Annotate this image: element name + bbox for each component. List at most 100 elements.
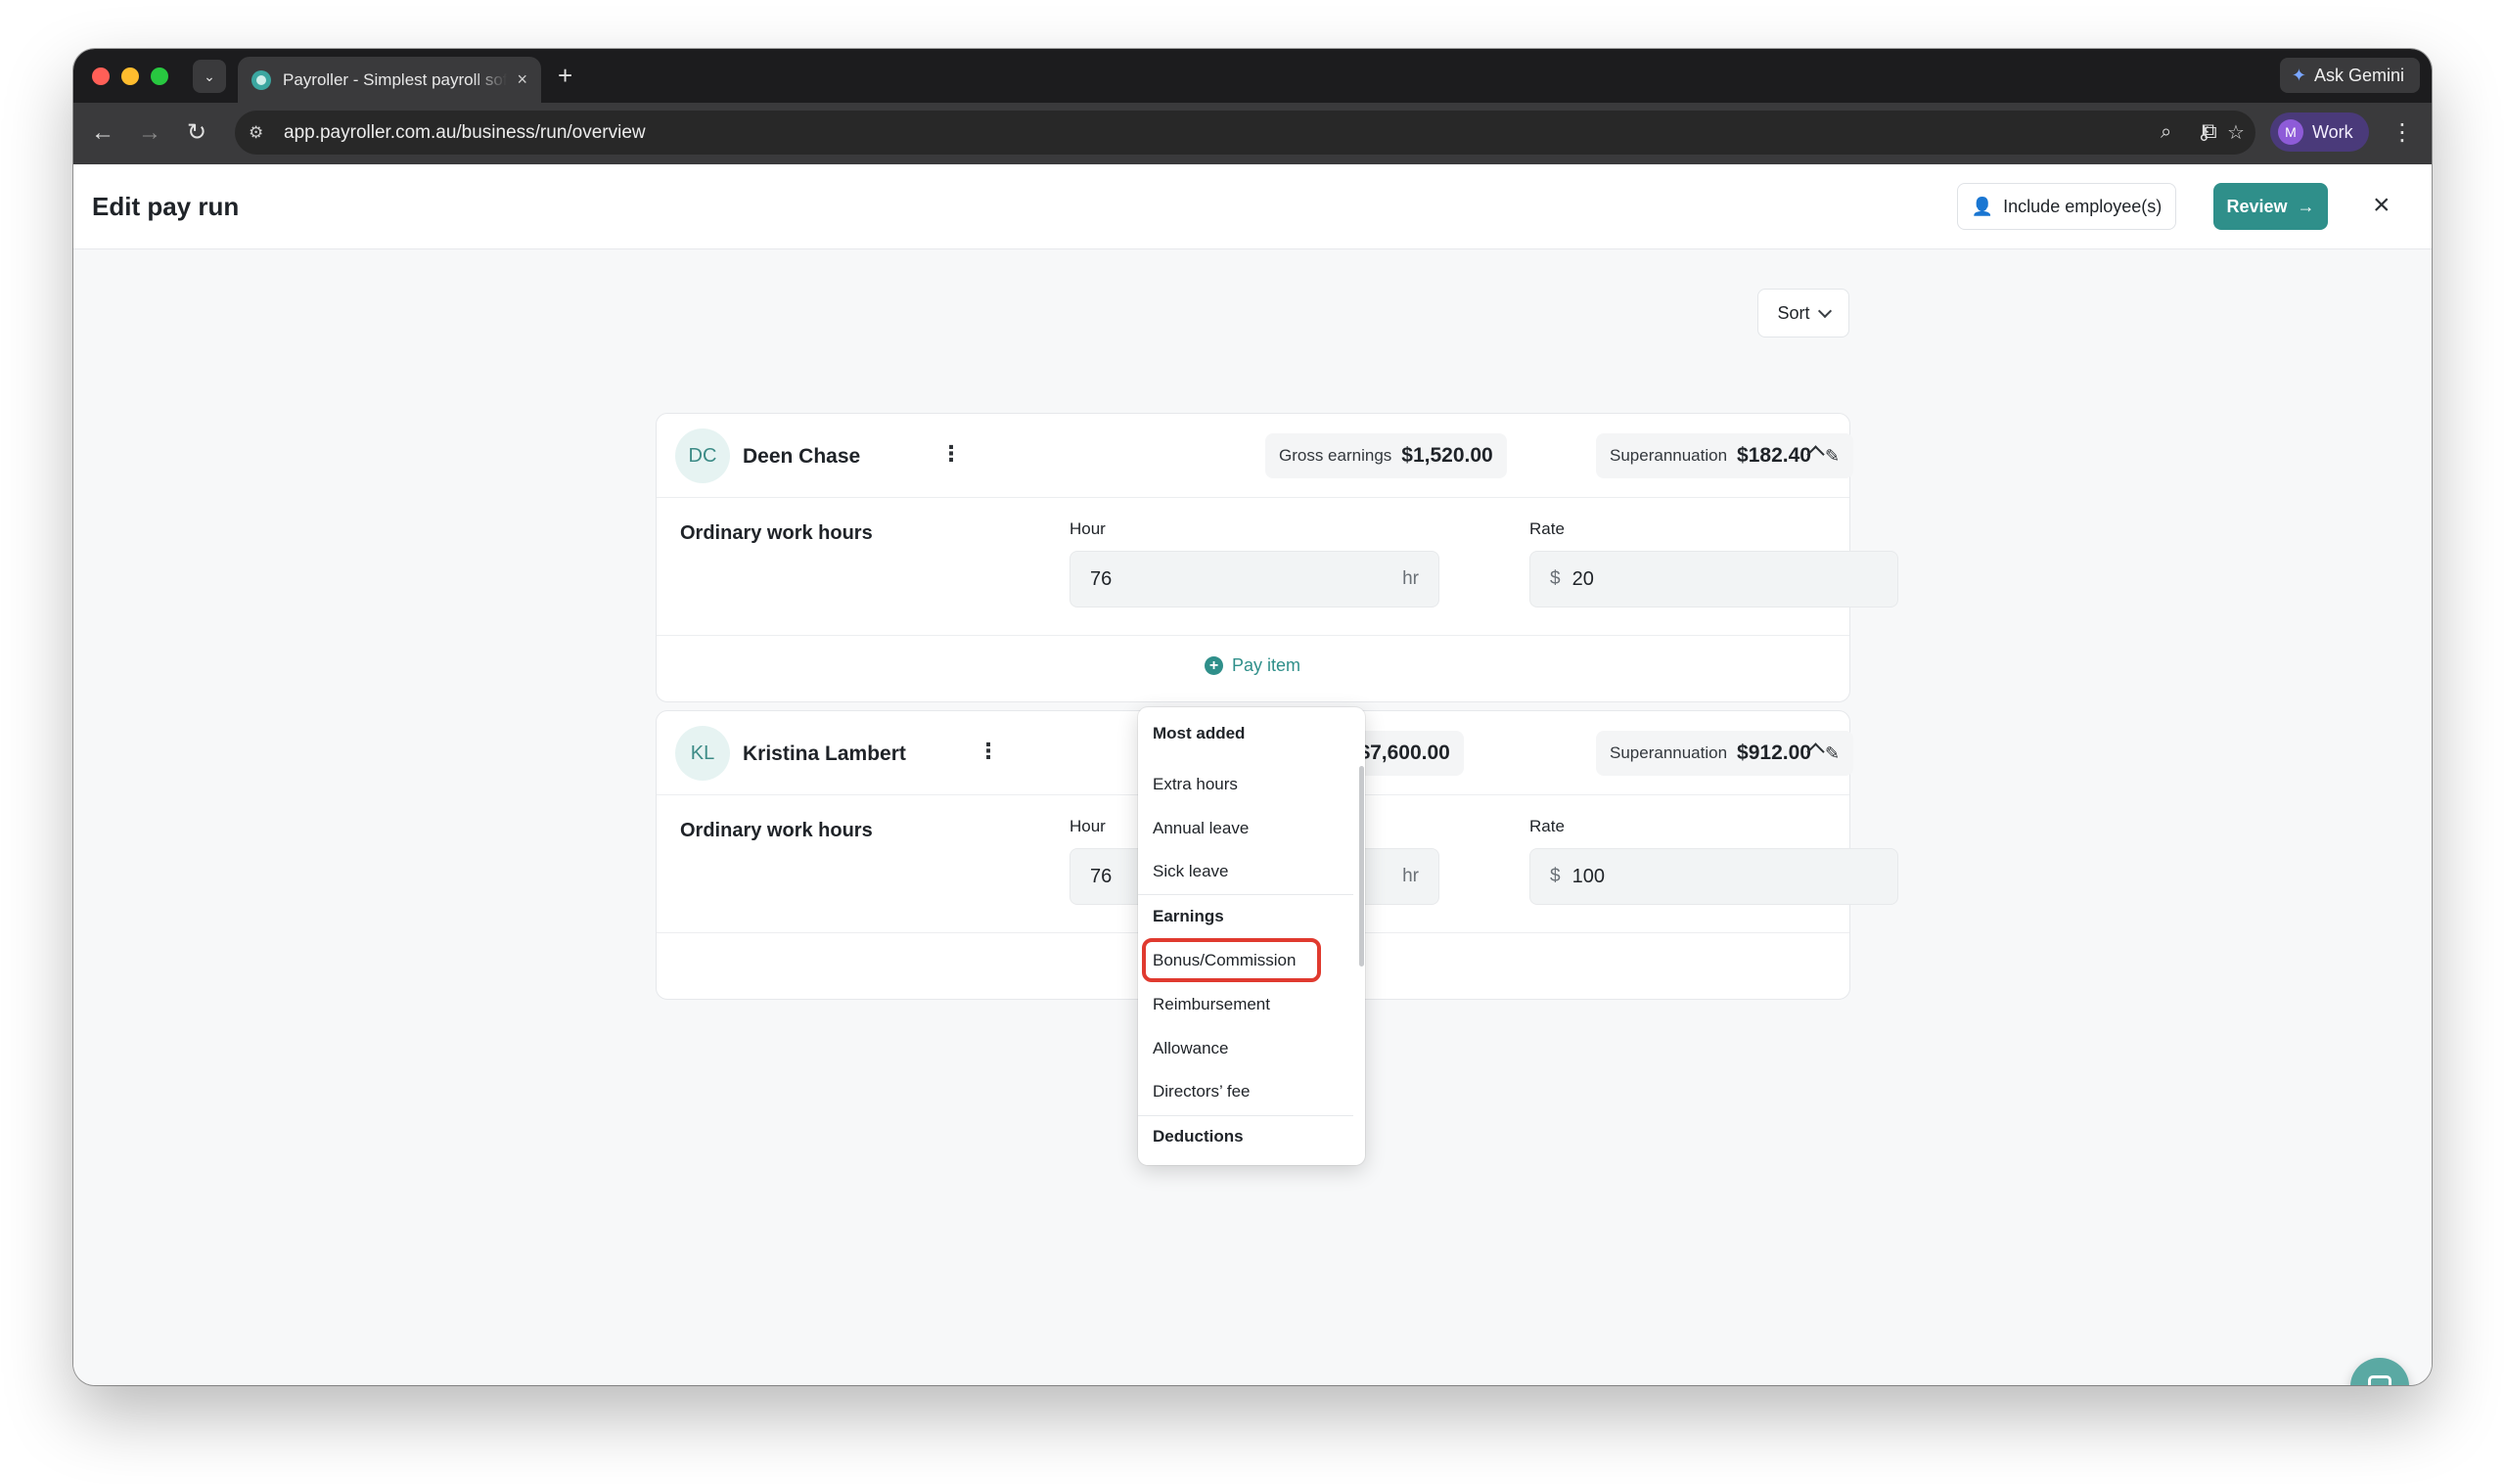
back-icon[interactable]: ← [91,118,114,148]
menu-group-deductions: Deductions [1153,1127,1244,1146]
menu-item-extra-hours[interactable]: Extra hours [1153,775,1238,794]
close-icon[interactable]: × [2373,188,2391,223]
gross-earnings-value: $1,520.00 [1401,444,1493,467]
gross-earnings-label: Gross earnings [1279,446,1392,465]
pay-item-menu: Most added Extra hours Annual leave Sick… [1138,707,1365,1165]
gross-earnings-pill: Gross earnings $1,520.00 [1265,433,1507,478]
include-employees-button[interactable]: 👤 Include employee(s) [1957,183,2176,230]
review-button[interactable]: Review → [2213,183,2328,230]
hour-input[interactable]: 76 hr [1070,551,1439,607]
pay-item-label: Pay item [1232,655,1301,675]
pay-item-row: Ordinary work hours Hour 76 hr Rate $ 20 [657,498,1898,635]
hour-unit: hr [1402,866,1419,886]
hour-label: Hour [1070,519,1106,538]
forward-icon[interactable]: → [138,118,161,148]
profile-button[interactable]: M Work [2270,112,2369,152]
browser-window: ⌄ Payroller - Simplest payroll software … [73,49,2432,1385]
rate-input[interactable]: $ 100 [1529,848,1898,905]
maximize-window-button[interactable] [151,67,168,85]
rate-prefix: $ [1550,568,1561,589]
ask-gemini-button[interactable]: ✦ Ask Gemini [2279,58,2420,93]
more-icon[interactable]: ⋮ [2391,118,2414,148]
chevron-up-icon [1806,742,1825,761]
menu-scrollbar[interactable] [1359,766,1364,967]
url-text: app.payroller.com.au/business/run/overvi… [284,121,646,143]
minimize-window-button[interactable] [121,67,139,85]
employee-card: DC Deen Chase ⋮ Gross earnings $1,520.00… [656,413,1898,702]
menu-item-directors-fee[interactable]: Directors’ fee [1153,1082,1251,1102]
payroller-favicon-icon [251,69,271,90]
pencil-icon[interactable]: ✎ [1825,743,1840,764]
rate-input[interactable]: $ 20 [1529,551,1898,607]
tab-search-button[interactable]: ⌄ [193,60,226,93]
plus-circle-icon: + [1205,656,1223,675]
superannuation-label: Superannuation [1610,743,1728,762]
browser-tab[interactable]: Payroller - Simplest payroll software × [238,57,541,103]
menu-divider [1138,894,1353,895]
person-add-icon: 👤 [1971,196,1994,216]
address-bar[interactable]: ⚙ app.payroller.com.au/business/run/over… [235,111,2255,155]
chat-icon [2368,1375,2391,1385]
menu-group-earnings: Earnings [1153,907,1224,925]
superannuation-value: $182.40 [1737,444,1811,467]
menu-item-sick-leave[interactable]: Sick leave [1153,862,1228,881]
arrow-right-icon: → [2297,196,2315,216]
avatar: KL [675,726,730,781]
hour-label: Hour [1070,817,1106,835]
kebab-icon[interactable]: ⋮ [978,739,999,764]
section-title: Ordinary work hours [680,522,873,544]
highlight-box [1142,938,1321,982]
page-header: Edit pay run 👤 Include employee(s) Revie… [73,164,2432,249]
chat-button[interactable] [2350,1358,2409,1385]
menu-item-allowance[interactable]: Allowance [1153,1039,1229,1058]
employee-name[interactable]: Deen Chase [743,445,860,469]
chevron-down-icon [1817,303,1832,318]
menu-group-most-added: Most added [1153,724,1246,742]
page-title: Edit pay run [92,192,240,221]
rate-label: Rate [1529,817,1565,835]
title-bar: ⌄ Payroller - Simplest payroll software … [73,49,2432,103]
profile-avatar: M [2278,119,2303,145]
reload-icon[interactable]: ↻ [187,118,206,148]
add-pay-item-button[interactable]: + Pay item [1205,655,1300,676]
employee-name[interactable]: Kristina Lambert [743,742,906,766]
hour-unit: hr [1402,568,1419,589]
gross-earnings-value: $7,600.00 [1358,742,1450,764]
browser-toolbar: ← → ↻ ⚙ app.payroller.com.au/business/ru… [73,103,2432,164]
rate-prefix: $ [1550,866,1561,886]
zoom-icon[interactable]: ⌕ [2161,111,2171,155]
hour-value: 76 [1090,865,1113,887]
close-window-button[interactable] [92,67,110,85]
profile-label: Work [2312,121,2353,142]
tab-close-icon[interactable]: × [517,69,527,90]
pencil-icon[interactable]: ✎ [1825,446,1840,467]
kebab-icon[interactable]: ⋮ [940,441,962,467]
menu-divider [1138,1115,1353,1116]
gemini-spark-icon: ✦ [2291,65,2306,85]
collapse-button[interactable] [1806,441,1825,466]
site-settings-icon[interactable]: ⚙ [249,123,278,143]
page: Edit pay run 👤 Include employee(s) Revie… [73,164,2432,1385]
extensions-icon[interactable]: ⧉ [2202,118,2217,144]
superannuation-value: $912.00 [1737,742,1811,764]
menu-item-annual-leave[interactable]: Annual leave [1153,819,1249,838]
collapse-button[interactable] [1806,739,1825,763]
review-label: Review [2226,196,2288,216]
employee-card-header: DC Deen Chase ⋮ Gross earnings $1,520.00… [657,414,1854,498]
chevron-up-icon [1806,445,1825,464]
section-title: Ordinary work hours [680,820,873,841]
new-tab-button[interactable]: + [558,62,572,89]
tab-title: Payroller - Simplest payroll software [283,69,508,89]
rate-value: 100 [1571,865,1605,887]
avatar: DC [675,428,730,483]
star-icon[interactable]: ☆ [2227,111,2245,155]
sort-label: Sort [1777,302,1810,323]
rate-value: 20 [1571,567,1594,590]
rate-label: Rate [1529,519,1565,538]
superannuation-label: Superannuation [1610,446,1728,465]
menu-item-reimbursement[interactable]: Reimbursement [1153,995,1270,1014]
hour-value: 76 [1090,567,1113,590]
sort-button[interactable]: Sort [1757,289,1849,337]
ask-gemini-label: Ask Gemini [2313,65,2404,85]
card-footer: + Pay item [657,635,1849,701]
